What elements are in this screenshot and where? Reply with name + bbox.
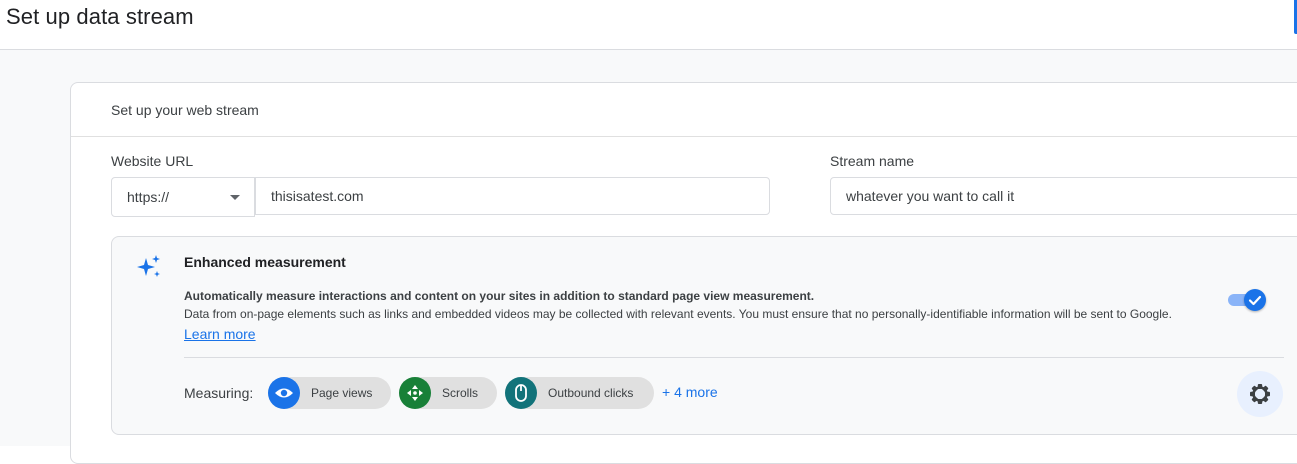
website-url-label: Website URL — [111, 153, 194, 169]
card-title: Set up your web stream — [111, 102, 259, 118]
enhanced-measurement-panel: Enhanced measurement Automatically measu… — [111, 236, 1297, 435]
scroll-arrows-icon — [399, 377, 431, 409]
chip-label: Scrolls — [442, 386, 479, 400]
mouse-icon — [505, 377, 537, 409]
sparkle-icon — [137, 255, 160, 277]
divider — [184, 357, 1284, 358]
page-title: Set up data stream — [6, 4, 194, 29]
top-bar: Set up data stream — [0, 0, 1297, 50]
chip-label: Outbound clicks — [548, 386, 634, 400]
chip-scrolls[interactable]: Scrolls — [399, 377, 497, 409]
eye-icon — [268, 377, 300, 409]
chip-label: Page views — [311, 386, 373, 400]
website-url-input[interactable] — [255, 177, 770, 215]
enhanced-measurement-description: Data from on-page elements such as links… — [184, 307, 1172, 321]
enhanced-measurement-title: Enhanced measurement — [184, 254, 346, 270]
content-area: Set up your web stream Website URL https… — [0, 50, 1297, 464]
chip-page-views[interactable]: Page views — [268, 377, 391, 409]
check-icon — [1248, 295, 1262, 306]
card-header: Set up your web stream — [71, 83, 1297, 137]
web-stream-card: Set up your web stream Website URL https… — [70, 82, 1297, 464]
measuring-label: Measuring: — [184, 385, 254, 401]
learn-more-link[interactable]: Learn more — [184, 326, 256, 342]
settings-button[interactable] — [1237, 371, 1283, 417]
enhanced-measurement-toggle[interactable] — [1228, 289, 1266, 311]
stream-name-label: Stream name — [830, 153, 915, 169]
more-measurements-link[interactable]: + 4 more — [662, 384, 718, 400]
enhanced-measurement-summary: Automatically measure interactions and c… — [184, 289, 815, 303]
dropdown-arrow-icon — [230, 195, 240, 200]
stream-name-input[interactable] — [830, 177, 1297, 215]
protocol-value: https:// — [127, 189, 170, 205]
chip-outbound-clicks[interactable]: Outbound clicks — [505, 377, 654, 409]
protocol-select[interactable]: https:// — [111, 177, 255, 217]
toggle-thumb — [1244, 289, 1266, 311]
gear-icon — [1250, 384, 1270, 404]
